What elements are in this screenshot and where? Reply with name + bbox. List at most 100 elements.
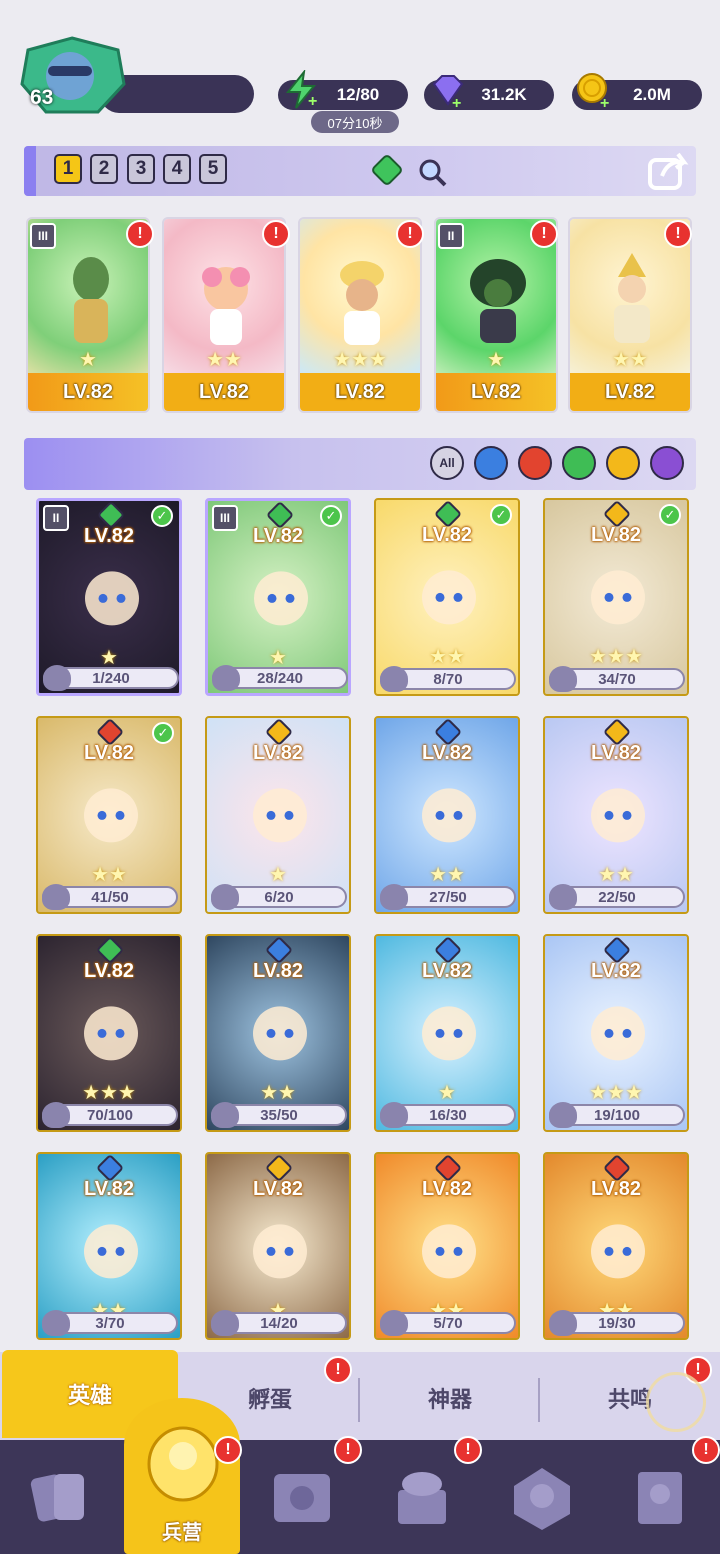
shard-progress: 19/30	[549, 1310, 685, 1336]
hero-figure	[84, 1006, 138, 1061]
barracks-icon	[147, 1426, 219, 1502]
star-rating: ★★	[260, 1082, 296, 1104]
filter-wind-icon[interactable]	[562, 446, 596, 480]
alert-badge: !	[324, 1356, 352, 1384]
shard-icon	[549, 666, 577, 692]
nav-shop[interactable]	[374, 1448, 470, 1548]
filter-light-icon[interactable]	[606, 446, 640, 480]
book-icon	[274, 1474, 330, 1522]
star-rating: ★★★	[589, 1082, 643, 1104]
hero-card[interactable]: LV.82 ★ 14/20	[205, 1152, 351, 1340]
hero-figure	[85, 571, 139, 626]
hero-card[interactable]: LV.82 ✓ II ★ 1/240	[36, 498, 182, 696]
hero-figure	[84, 788, 138, 843]
hero-card[interactable]: LV.82 ★★ 35/50	[205, 934, 351, 1132]
shard-count: 41/50	[91, 888, 129, 906]
hero-figure	[422, 788, 476, 843]
team-card-level: LV.82	[436, 373, 556, 411]
nav-codex[interactable]	[254, 1448, 350, 1548]
hero-card[interactable]: LV.82 ★★★ 19/100	[543, 934, 689, 1132]
shard-count: 6/20	[264, 888, 294, 906]
assist-floating-button[interactable]	[646, 1372, 706, 1432]
shard-progress: 19/100	[549, 1102, 685, 1128]
filter-dark-icon[interactable]	[650, 446, 684, 480]
hero-card[interactable]: LV.82 ✓ ★★ 41/50	[36, 716, 182, 914]
hero-figure	[422, 570, 476, 625]
star-rating: ★★	[429, 646, 465, 668]
hero-card[interactable]: LV.82 ✓ ★★ 8/70	[374, 498, 520, 696]
hero-card[interactable]: LV.82 ★★ 5/70	[374, 1152, 520, 1340]
hero-level: LV.82	[590, 960, 642, 982]
team-tab-1[interactable]: 1	[54, 154, 82, 184]
shard-icon	[549, 1310, 577, 1336]
tab-artifact[interactable]: 神器	[362, 1360, 538, 1436]
hero-portrait	[202, 267, 250, 345]
shard-icon	[380, 1310, 408, 1336]
player-level: 63	[30, 86, 54, 109]
tier-icon: III	[212, 505, 238, 531]
alert-badge: !	[214, 1436, 242, 1464]
nav-barracks-label: 兵营	[162, 1522, 202, 1544]
shard-count: 70/100	[87, 1106, 133, 1124]
coin-icon: +	[577, 73, 609, 110]
hero-figure	[254, 571, 308, 626]
hero-figure	[591, 1006, 645, 1061]
check-icon: ✓	[659, 504, 681, 526]
filter-all[interactable]: All	[430, 446, 464, 480]
shard-icon	[211, 884, 239, 910]
team-card-2[interactable]: ★★ LV.82	[162, 217, 286, 413]
building-icon	[398, 1472, 446, 1524]
hero-card[interactable]: LV.82 ✓ III ★ 28/240	[205, 498, 351, 696]
hero-card[interactable]: LV.82 ★★ 19/30	[543, 1152, 689, 1340]
team-element-icon[interactable]	[370, 154, 406, 188]
shard-count: 19/100	[594, 1106, 640, 1124]
star-rating: ★	[438, 1082, 456, 1104]
star-rating: ★★	[91, 864, 127, 886]
shard-progress: 35/50	[211, 1102, 347, 1128]
shard-progress: 14/20	[211, 1310, 347, 1336]
hero-figure	[253, 1006, 307, 1061]
hero-card[interactable]: LV.82 ★★ 27/50	[374, 716, 520, 914]
star-rating: ★	[487, 349, 505, 371]
gem-value: 31.2K	[481, 85, 527, 104]
hero-figure	[422, 1006, 476, 1061]
team-card-level: LV.82	[300, 373, 420, 411]
filter-fire-icon[interactable]	[518, 446, 552, 480]
shard-progress: 27/50	[380, 884, 516, 910]
hero-portrait	[614, 253, 650, 343]
shard-count: 22/50	[598, 888, 636, 906]
hero-card[interactable]: LV.82 ✓ ★★★ 34/70	[543, 498, 689, 696]
team-tab-3[interactable]: 3	[127, 154, 155, 184]
tier-icon: III	[30, 223, 56, 249]
star-rating: ★	[79, 349, 97, 371]
shard-count: 35/50	[260, 1106, 298, 1124]
hero-card[interactable]: LV.82 ★★ 3/70	[36, 1152, 182, 1340]
team-tab-2[interactable]: 2	[90, 154, 118, 184]
team-selector-bar	[24, 146, 696, 196]
hero-card[interactable]: LV.82 ★★★ 70/100	[36, 934, 182, 1132]
hero-portrait	[73, 257, 109, 343]
shard-progress: 70/100	[42, 1102, 178, 1128]
nav-guild[interactable]	[494, 1448, 590, 1548]
nav-banner[interactable]	[612, 1448, 708, 1548]
search-icon[interactable]	[416, 156, 448, 188]
team-tab-4[interactable]: 4	[163, 154, 191, 184]
team-card-level: LV.82	[28, 373, 148, 411]
team-tab-5[interactable]: 5	[199, 154, 227, 184]
filter-water-icon[interactable]	[474, 446, 508, 480]
nav-cards[interactable]	[12, 1448, 108, 1548]
hero-card[interactable]: LV.82 ★ 16/30	[374, 934, 520, 1132]
banner-icon	[638, 1472, 682, 1524]
hero-card[interactable]: LV.82 ★ 6/20	[205, 716, 351, 914]
team-card-1[interactable]: ★ LV.82 III	[26, 217, 150, 413]
shard-progress: 3/70	[42, 1310, 178, 1336]
divider	[358, 1378, 360, 1422]
hero-card[interactable]: LV.82 ★★ 22/50	[543, 716, 689, 914]
svg-text:+: +	[600, 95, 609, 110]
cards-icon	[30, 1474, 84, 1522]
shard-count: 19/30	[598, 1314, 636, 1332]
check-icon: ✓	[320, 505, 342, 527]
shard-count: 3/70	[95, 1314, 125, 1332]
shard-count: 16/30	[429, 1106, 467, 1124]
share-icon[interactable]	[646, 150, 690, 192]
